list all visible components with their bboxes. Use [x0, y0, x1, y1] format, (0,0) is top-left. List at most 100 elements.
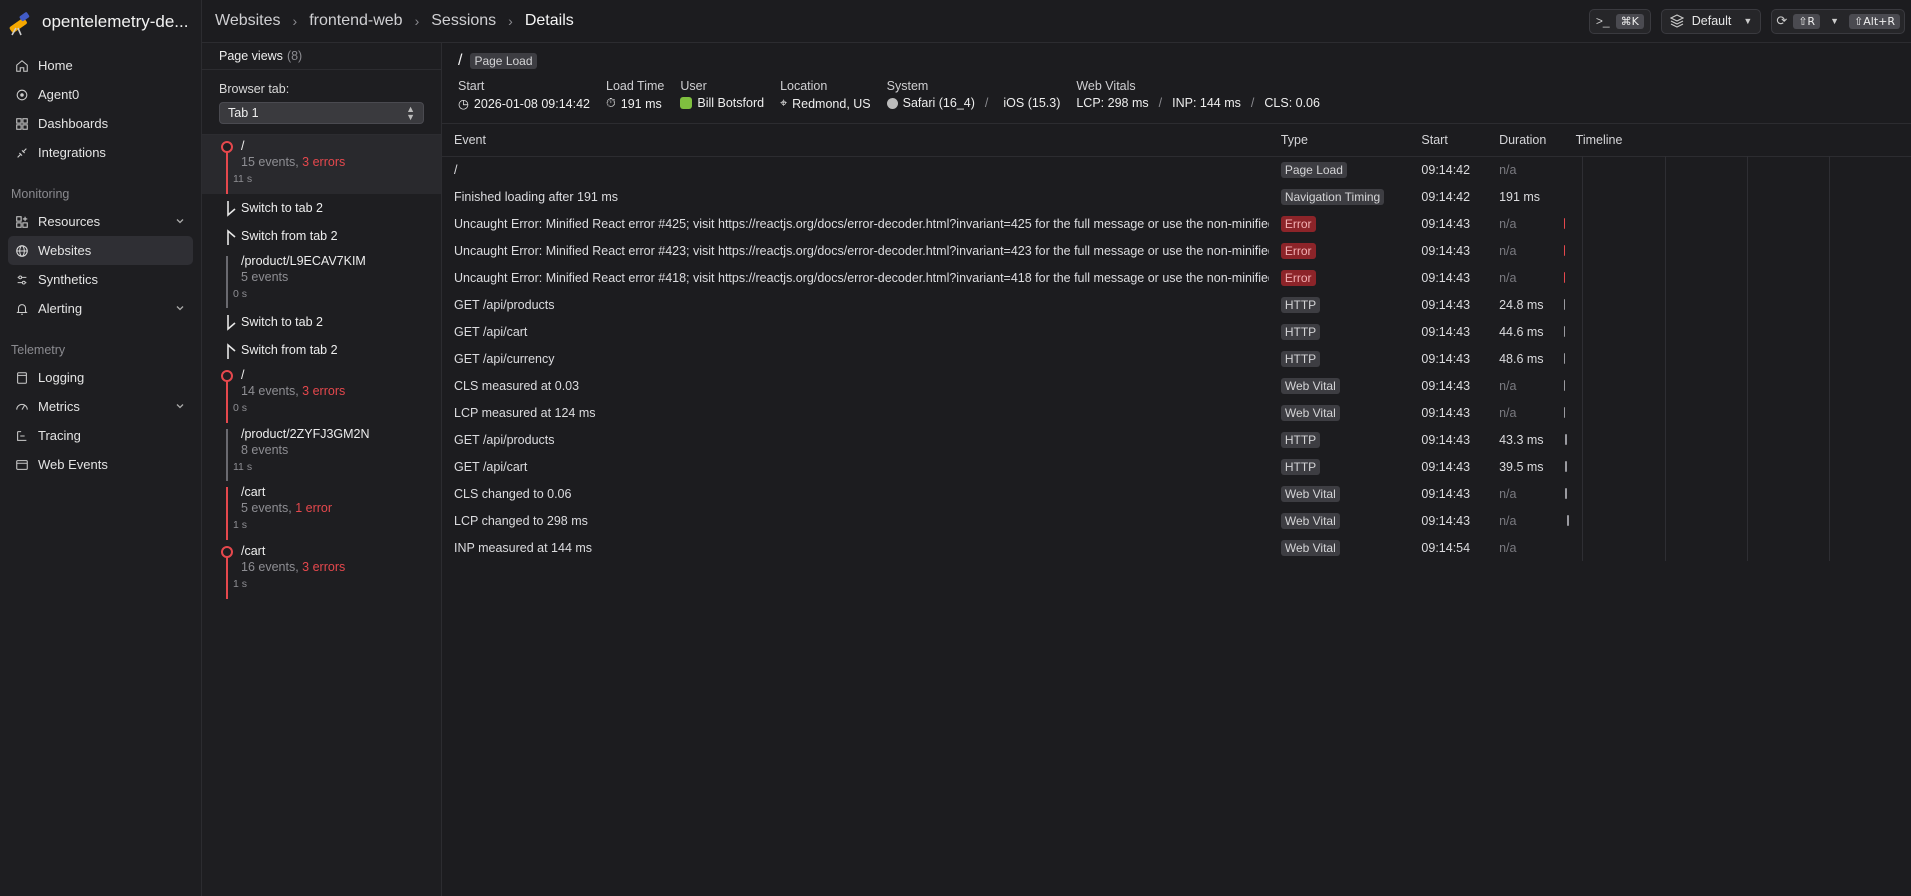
breadcrumb-frontend-web[interactable]: frontend-web — [309, 12, 402, 30]
refresh-icon[interactable]: ⟳ — [1776, 13, 1787, 29]
event-row[interactable]: Uncaught Error: Minified React error #42… — [442, 210, 1911, 237]
meta-user-value[interactable]: Bill Botsford — [697, 96, 764, 110]
caret-down-icon[interactable]: ▼ — [1830, 16, 1839, 26]
event-row[interactable]: LCP measured at 124 ms Web Vital 09:14:43 n… — [442, 399, 1911, 426]
browser-tab-select[interactable]: Tab 1 ▲ ▼ — [219, 102, 424, 124]
event-row[interactable]: GET /api/cart HTTP 09:14:43 44.6 ms — [442, 318, 1911, 345]
tab-switch-item[interactable]: Switch to tab 2 — [202, 194, 441, 222]
divider: / — [984, 96, 989, 110]
tab-switch-label: Switch from tab 2 — [241, 229, 338, 243]
meta-vitals-label: Web Vitals — [1076, 79, 1136, 93]
page-view-path: /product/2ZYFJ3GM2N — [241, 427, 370, 441]
meta-location-label: Location — [780, 79, 828, 93]
page-view-item[interactable]: /product/2ZYFJ3GM2N 8 events 11 s — [202, 423, 441, 481]
timeline-connector — [226, 256, 228, 308]
page-view-item[interactable]: /cart 5 events, 1 error 1 s — [202, 481, 441, 540]
event-row[interactable]: Uncaught Error: Minified React error #41… — [442, 264, 1911, 291]
select-arrows-icon: ▲ ▼ — [406, 104, 415, 122]
event-row[interactable]: INP measured at 144 ms Web Vital 09:14:54 n… — [442, 534, 1911, 561]
nav-item-web-events[interactable]: Web Events — [8, 450, 193, 479]
nav-item-integrations[interactable]: Integrations — [8, 138, 193, 167]
event-timeline — [1563, 264, 1911, 291]
event-type-tag: Error — [1280, 269, 1316, 286]
event-name: INP measured at 144 ms — [454, 540, 593, 555]
event-timeline — [1564, 183, 1911, 210]
col-type[interactable]: Type — [1268, 124, 1410, 157]
timeline-bar — [1563, 299, 1566, 310]
event-row[interactable]: CLS measured at 0.03 Web Vital 09:14:43 n/a — [442, 372, 1911, 399]
event-type-tag: HTTP — [1280, 323, 1321, 340]
nav-item-alerting[interactable]: Alerting — [8, 294, 193, 323]
page-view-item[interactable]: / 14 events, 3 errors 0 s — [202, 364, 441, 423]
vital-lcp: LCP: 298 ms — [1076, 96, 1149, 110]
event-type-cell: HTTP — [1269, 453, 1410, 480]
event-name: CLS measured at 0.03 — [454, 378, 580, 393]
event-row[interactable]: LCP changed to 298 ms Web Vital 09:14:43 n/… — [442, 507, 1911, 534]
page-view-item[interactable]: / 15 events, 3 errors 11 s — [202, 135, 441, 194]
web-events-icon — [14, 457, 30, 473]
breadcrumb-sessions[interactable]: Sessions — [431, 12, 496, 30]
col-start[interactable]: Start — [1409, 124, 1488, 157]
event-row[interactable]: GET /api/cart HTTP 09:14:43 39.5 ms — [442, 453, 1911, 480]
event-duration: 43.3 ms — [1499, 432, 1544, 447]
nav-item-dashboards[interactable]: Dashboards — [8, 109, 193, 138]
event-row[interactable]: CLS changed to 0.06 Web Vital 09:14:43 n/a — [442, 480, 1911, 507]
col-event[interactable]: Event — [442, 124, 1269, 157]
event-row[interactable]: GET /api/products HTTP 09:14:43 24.8 ms — [442, 291, 1911, 318]
event-row[interactable]: Uncaught Error: Minified React error #42… — [442, 237, 1911, 264]
nav-item-label: Web Events — [38, 457, 108, 472]
col-timeline: Timeline — [1563, 124, 1911, 157]
breadcrumb-websites[interactable]: Websites — [215, 12, 281, 30]
error-count: 1 error — [295, 501, 333, 515]
event-row[interactable]: Finished loading after 191 ms Navigation … — [442, 183, 1911, 210]
nav-item-agent0[interactable]: Agent0 — [8, 80, 193, 109]
nav-item-label: Integrations — [38, 145, 106, 160]
event-start: 09:14:43 — [1421, 405, 1471, 420]
meta-load-value: 191 ms — [620, 96, 662, 111]
event-start: 09:14:43 — [1421, 270, 1471, 285]
event-count: 8 events — [241, 443, 289, 457]
col-duration[interactable]: Duration — [1487, 124, 1564, 157]
event-timeline — [1564, 453, 1911, 480]
nav-item-logging[interactable]: Logging — [8, 363, 193, 392]
tab-switch-label: Switch to tab 2 — [241, 201, 323, 215]
vital-cls: CLS: 0.06 — [1264, 96, 1320, 110]
nav-item-home[interactable]: Home — [8, 51, 193, 80]
event-type-tag: Web Vital — [1280, 377, 1340, 394]
events-header-row: Event Type Start Duration Timeline — [442, 124, 1911, 157]
nav-item-websites[interactable]: Websites — [8, 236, 193, 265]
tab-switch-item[interactable]: Switch to tab 2 — [202, 308, 441, 336]
event-duration: n/a — [1499, 270, 1517, 285]
brand[interactable]: opentelemetry-de... — [0, 0, 201, 43]
chevron-down-icon[interactable] — [175, 301, 185, 316]
timeline-connector — [226, 556, 228, 599]
nav-item-tracing[interactable]: Tracing — [8, 421, 193, 450]
event-row[interactable]: / Page Load 09:14:42 n/a — [442, 156, 1911, 183]
event-type-cell: Error — [1269, 210, 1410, 237]
tab-switch-item[interactable]: Switch from tab 2 — [202, 222, 441, 250]
view-select-button[interactable]: Default ▼ — [1660, 8, 1762, 34]
nav-section-monitoring: Monitoring — [11, 187, 70, 201]
tab-switch-item[interactable]: Switch from tab 2 — [202, 336, 441, 364]
event-duration: n/a — [1499, 540, 1517, 555]
page-view-item[interactable]: /product/L9ECAV7KIM 5 events 0 s — [202, 250, 441, 308]
page-view-duration: 1 s — [233, 578, 248, 590]
command-palette-button[interactable]: >_ ⌘K — [1588, 8, 1651, 34]
synthetics-icon — [14, 272, 30, 288]
page-view-item[interactable]: /cart 16 events, 3 errors 1 s — [202, 540, 441, 599]
event-type-tag: Page Load — [1280, 161, 1347, 178]
page-view-events: 5 events, 1 error — [241, 501, 441, 515]
event-row[interactable]: GET /api/products HTTP 09:14:43 43.3 ms — [442, 426, 1911, 453]
event-row[interactable]: GET /api/currency HTTP 09:14:43 48.6 ms — [442, 345, 1911, 372]
chevron-down-icon[interactable] — [175, 399, 185, 414]
nav-item-synthetics[interactable]: Synthetics — [8, 265, 193, 294]
timeline-bar — [1563, 353, 1566, 364]
nav-item-metrics[interactable]: Metrics — [8, 392, 193, 421]
events-table: Event Type Start Duration Timeline / Page… — [442, 124, 1911, 561]
chevron-down-icon[interactable] — [175, 214, 185, 229]
event-start: 09:14:43 — [1421, 486, 1471, 501]
command-shortcut: ⌘K — [1615, 13, 1644, 29]
event-timeline — [1564, 426, 1911, 453]
nav-item-resources[interactable]: Resources — [8, 207, 193, 236]
page-views-count: (8) — [286, 49, 303, 63]
